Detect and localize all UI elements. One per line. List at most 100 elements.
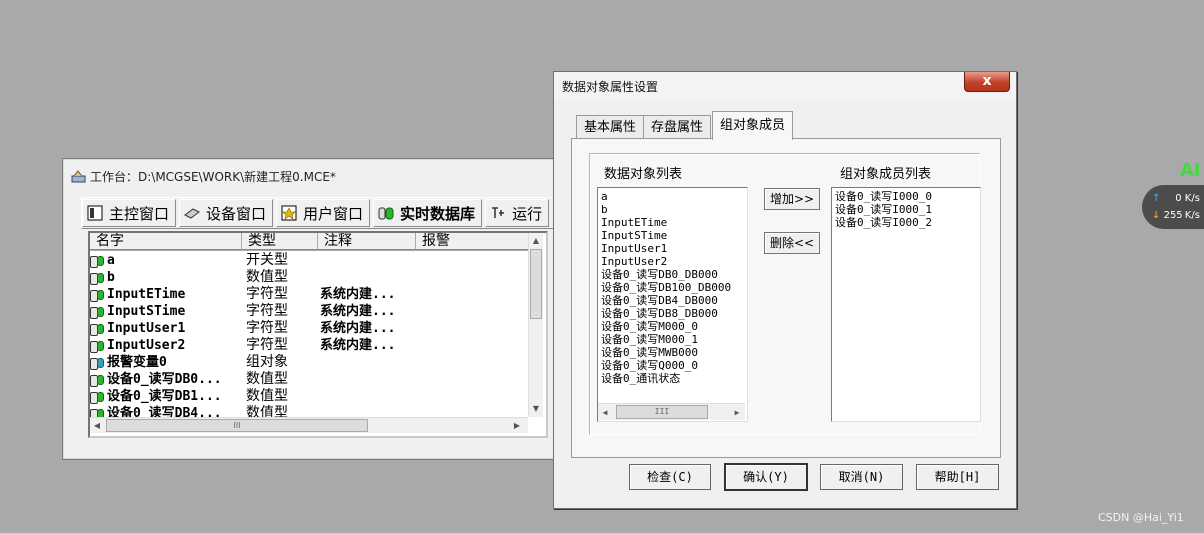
member-list[interactable]: 设备0_读写I000_0 设备0_读写I000_1 设备0_读写I000_2 <box>831 187 981 422</box>
table-row[interactable]: 设备0_读写DB0... 数值型 <box>90 371 528 388</box>
list-item[interactable]: 设备0_读写DB100_DB000 <box>598 281 747 294</box>
check-button[interactable]: 检查(C) <box>629 464 711 490</box>
dialog-tab-strip: 基本属性 存盘属性 组对象成员 <box>576 110 794 140</box>
overlay-ai-text: AI <box>1180 160 1201 181</box>
scroll-right-arrow-icon[interactable]: ▶ <box>510 418 524 432</box>
members-group-box: 数据对象列表 组对象成员列表 a b InputETime InputSTime… <box>589 153 981 435</box>
tab-main-window[interactable]: 主控窗口 <box>82 199 177 227</box>
list-item[interactable]: 设备0_读写MWB000 <box>598 346 747 359</box>
csdn-watermark: CSDN @Hai_Yi1 <box>1098 511 1184 524</box>
download-unit: K/s <box>1184 210 1200 221</box>
data-object-icon <box>90 254 105 268</box>
list-item[interactable]: 设备0_读写I000_1 <box>832 203 980 216</box>
table-row[interactable]: InputUser1 字符型 系统内建... <box>90 320 528 337</box>
list-item[interactable]: a <box>598 190 747 203</box>
workbench-title-bar[interactable]: 工作台：D:\MCGSE\WORK\新建工程0.MCE* <box>71 167 336 185</box>
scroll-right-arrow-icon[interactable]: ▶ <box>730 405 744 419</box>
column-header-alarm[interactable]: 报警 <box>416 233 530 250</box>
list-item[interactable]: 设备0_读写Q000_0 <box>598 359 747 372</box>
horizontal-scroll-thumb[interactable]: III <box>616 405 708 419</box>
horizontal-scroll-thumb[interactable]: III <box>106 419 368 432</box>
data-object-icon <box>90 390 105 404</box>
workbench-tab-bar: 主控窗口 设备窗口 用户窗口 实时数据库 运行 <box>81 197 572 229</box>
main-window-icon <box>87 205 103 221</box>
scroll-down-arrow-icon[interactable]: ▼ <box>529 401 543 415</box>
group-object-icon <box>90 356 105 370</box>
row-note <box>320 371 420 388</box>
tab-run-strategy-label: 运行 <box>512 204 543 223</box>
tab-basic-properties[interactable]: 基本属性 <box>576 115 645 140</box>
list-item[interactable]: 设备0_通讯状态 <box>598 372 747 385</box>
list-item[interactable]: 设备0_读写DB4_DB000 <box>598 294 747 307</box>
tab-run-strategy[interactable]: 运行 <box>485 199 550 227</box>
list-item[interactable]: b <box>598 203 747 216</box>
row-note <box>320 252 420 269</box>
dialog-title-bar[interactable]: 数据对象属性设置 x <box>554 72 1016 100</box>
row-name: InputSTime <box>107 304 186 319</box>
object-list[interactable]: a b InputETime InputSTime InputUser1 Inp… <box>597 187 748 422</box>
tab-storage-properties[interactable]: 存盘属性 <box>643 115 712 140</box>
row-name: 设备0_读写DB1... <box>107 389 222 404</box>
scroll-left-arrow-icon[interactable]: ◀ <box>598 405 612 419</box>
table-row[interactable]: InputETime 字符型 系统内建... <box>90 286 528 303</box>
upload-speed: 0 <box>1175 193 1182 204</box>
tab-group-members[interactable]: 组对象成员 <box>712 111 794 140</box>
add-button[interactable]: 增加>> <box>764 188 820 210</box>
scroll-up-arrow-icon[interactable]: ▲ <box>529 233 543 247</box>
tab-realtime-database[interactable]: 实时数据库 <box>373 199 483 227</box>
help-button[interactable]: 帮助[H] <box>916 464 999 490</box>
list-item[interactable]: InputETime <box>598 216 747 229</box>
data-object-icon <box>90 322 105 336</box>
list-item[interactable]: 设备0_读写I000_2 <box>832 216 980 229</box>
network-speed-widget[interactable]: ↑ 0 K/s ↓ 255 K/s <box>1142 185 1204 229</box>
row-note <box>320 269 420 286</box>
data-object-properties-dialog: 数据对象属性设置 x 基本属性 存盘属性 组对象成员 数据对象列表 组对象成员列… <box>553 71 1017 509</box>
list-item[interactable]: 设备0_读写DB8_DB000 <box>598 307 747 320</box>
close-button[interactable]: x <box>964 72 1010 92</box>
list-horizontal-scrollbar[interactable]: ◀ III ▶ <box>90 417 528 433</box>
tab-user-window[interactable]: 用户窗口 <box>276 199 371 227</box>
row-type: 数值型 <box>246 371 288 387</box>
workbench-window: 工作台：D:\MCGSE\WORK\新建工程0.MCE* 主控窗口 设备窗口 用… <box>62 158 572 460</box>
vertical-scroll-thumb[interactable] <box>530 249 542 319</box>
list-item[interactable]: InputUser1 <box>598 242 747 255</box>
row-note: 系统内建... <box>320 304 396 319</box>
row-type: 字符型 <box>246 286 288 302</box>
tab-device-window-label: 设备窗口 <box>206 204 267 223</box>
cancel-button[interactable]: 取消(N) <box>820 464 903 490</box>
list-vertical-scrollbar[interactable]: ▲ ▼ <box>528 233 543 417</box>
row-name: 设备0_读写DB0... <box>107 372 222 387</box>
tab-device-window[interactable]: 设备窗口 <box>179 199 274 227</box>
group-members-panel: 数据对象列表 组对象成员列表 a b InputETime InputSTime… <box>571 138 1001 458</box>
column-header-note[interactable]: 注释 <box>318 233 416 250</box>
row-note: 系统内建... <box>320 338 396 353</box>
list-item[interactable]: 设备0_读写DB0_DB000 <box>598 268 747 281</box>
device-icon <box>184 205 200 221</box>
table-row[interactable]: InputUser2 字符型 系统内建... <box>90 337 528 354</box>
table-row[interactable]: InputSTime 字符型 系统内建... <box>90 303 528 320</box>
object-list-horizontal-scrollbar[interactable]: ◀ III ▶ <box>598 403 745 420</box>
list-item[interactable]: InputUser2 <box>598 255 747 268</box>
table-row[interactable]: 设备0_读写DB1... 数值型 <box>90 388 528 405</box>
table-row[interactable]: 报警变量0 组对象 <box>90 354 528 371</box>
remove-button[interactable]: 删除<< <box>764 232 820 254</box>
tab-realtime-database-label: 实时数据库 <box>400 204 476 223</box>
column-header-name[interactable]: 名字 <box>90 233 242 250</box>
confirm-button[interactable]: 确认(Y) <box>724 463 808 491</box>
row-note <box>320 354 420 371</box>
table-row[interactable]: b 数值型 <box>90 269 528 286</box>
column-header-type[interactable]: 类型 <box>242 233 318 250</box>
row-type: 开关型 <box>246 252 288 268</box>
list-rows: a 开关型 b 数值型 InputETime 字符型 系统内建... InputSTim… <box>90 252 528 422</box>
list-item[interactable]: InputSTime <box>598 229 747 242</box>
dialog-title: 数据对象属性设置 <box>562 80 659 94</box>
list-item[interactable]: 设备0_读写M000_1 <box>598 333 747 346</box>
database-list[interactable]: 名字 类型 注释 报警 a 开关型 b 数值型 InputETime 字符型 系统内建.… <box>88 231 548 438</box>
list-item[interactable]: 设备0_读写I000_0 <box>832 190 980 203</box>
row-type: 数值型 <box>246 269 288 285</box>
download-speed: 255 <box>1163 210 1183 221</box>
list-item[interactable]: 设备0_读写M000_0 <box>598 320 747 333</box>
scroll-left-arrow-icon[interactable]: ◀ <box>90 418 104 432</box>
data-object-icon <box>90 339 105 353</box>
table-row[interactable]: a 开关型 <box>90 252 528 269</box>
